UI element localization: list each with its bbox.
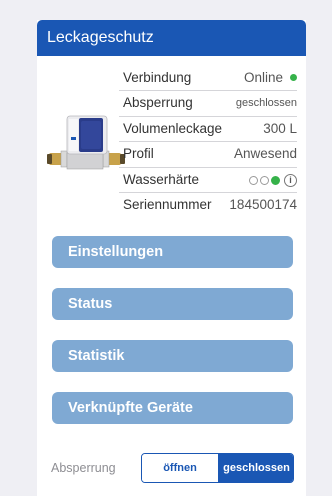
profile-label: Profil bbox=[123, 146, 154, 162]
card-title: Leckageschutz bbox=[47, 29, 154, 46]
card-header: Leckageschutz bbox=[37, 20, 306, 56]
shutoff-segmented-control: öffnen geschlossen bbox=[141, 453, 294, 483]
volume-leak-value: 300 L bbox=[263, 120, 297, 136]
serial-label: Seriennummer bbox=[123, 196, 212, 212]
linked-devices-button[interactable]: Verknüpfte Geräte bbox=[52, 392, 293, 424]
online-status-dot bbox=[290, 74, 297, 81]
statistics-button[interactable]: Statistik bbox=[52, 340, 293, 372]
hardness-dot-3 bbox=[271, 175, 280, 185]
serial-value: 184500174 bbox=[229, 196, 297, 212]
status-button[interactable]: Status bbox=[52, 288, 293, 320]
leak-protection-valve-icon bbox=[47, 113, 125, 183]
shutoff-label: Absperrung bbox=[123, 95, 193, 111]
hardness-dot-1 bbox=[249, 175, 258, 185]
close-valve-button[interactable]: geschlossen bbox=[219, 454, 293, 482]
info-row-serial: Seriennummer 184500174 bbox=[119, 193, 297, 217]
info-row-shutoff: Absperrung geschlossen bbox=[119, 91, 297, 117]
hardness-label: Wasserhärte bbox=[123, 171, 200, 187]
info-row-profile: Profil Anwesend bbox=[119, 142, 297, 168]
hardness-indicator: i bbox=[249, 173, 297, 187]
open-valve-button[interactable]: öffnen bbox=[142, 454, 219, 482]
profile-value: Anwesend bbox=[233, 146, 297, 162]
hardness-dot-2 bbox=[260, 175, 269, 185]
shutoff-control-label: Absperrung bbox=[51, 461, 116, 475]
info-row-connection: Verbindung Online bbox=[119, 66, 297, 92]
device-info-table: Verbindung Online Absperrung geschlossen… bbox=[119, 66, 297, 217]
info-icon[interactable]: i bbox=[284, 173, 297, 187]
volume-leak-label: Volumenleckage bbox=[123, 120, 223, 136]
connection-value-wrap: Online bbox=[244, 66, 297, 90]
shutoff-value: geschlossen bbox=[235, 97, 297, 110]
hardness-value: i bbox=[249, 168, 297, 192]
settings-button[interactable]: Einstellungen bbox=[52, 236, 293, 268]
leak-protection-card: Leckageschutz Verbindung Online Absperru… bbox=[37, 20, 306, 496]
info-row-hardness: Wasserhärte i bbox=[119, 168, 297, 193]
connection-label: Verbindung bbox=[123, 70, 192, 85]
info-row-volume-leak: Volumenleckage 300 L bbox=[119, 117, 297, 143]
connection-value: Online bbox=[243, 70, 283, 85]
